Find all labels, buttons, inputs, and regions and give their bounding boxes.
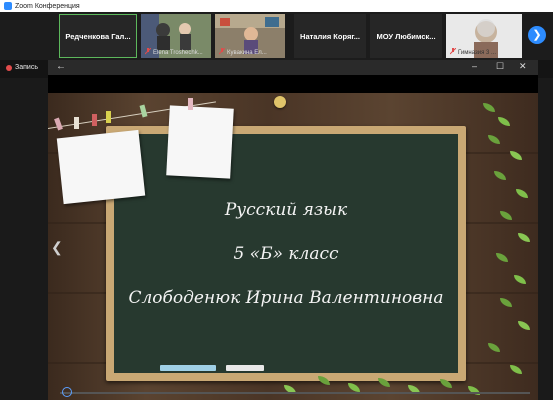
clothespin-icon xyxy=(92,114,97,126)
participant-name: Кувакина Ел... xyxy=(227,50,267,56)
note-paper xyxy=(56,129,146,205)
clothespin-icon xyxy=(74,117,79,129)
participant-strip: Редченкова Гал... Elena Troshechk... Кув… xyxy=(0,12,553,60)
presentation-slide: Русский язык 5 «Б» класс Слободенюк Ирин… xyxy=(48,93,538,400)
prev-slide-icon[interactable]: ❮ xyxy=(51,239,63,256)
back-arrow-icon[interactable]: ← xyxy=(56,61,66,72)
recording-label: Запись xyxy=(15,64,38,71)
slide-class: 5 «Б» класс xyxy=(233,244,339,264)
record-icon xyxy=(6,64,12,71)
clothespin-icon xyxy=(188,98,193,110)
participant-name: Гимназия 3 ... xyxy=(458,50,496,56)
shared-screen-window: ← – ☐ ✕ Русский язык 5 «Б» класс Слободе… xyxy=(48,60,538,400)
clothespin-icon xyxy=(106,111,111,123)
note-paper xyxy=(166,105,234,179)
window-title: Zoom Конференция xyxy=(15,2,80,10)
window-titlebar: Zoom Конференция xyxy=(0,0,553,12)
participant-tile[interactable]: Elena Troshechk... xyxy=(141,14,211,58)
participant-name: МОУ Любимск... xyxy=(376,31,436,41)
zoom-logo-icon xyxy=(4,2,12,10)
slide-subject: Русский язык xyxy=(224,200,348,220)
chalk-piece xyxy=(226,365,264,371)
participant-name: Elena Troshechk... xyxy=(153,50,203,56)
mic-muted-icon xyxy=(219,48,225,55)
participant-tile[interactable]: Кувакина Ел... xyxy=(215,14,285,58)
participant-tile[interactable]: Гимназия 3 ... xyxy=(446,14,522,58)
chevron-right-icon: ❯ xyxy=(532,29,542,41)
participant-tile[interactable]: Наталия Коряг... xyxy=(294,14,366,58)
mic-muted-icon xyxy=(450,48,456,55)
participant-name: Наталия Коряг... xyxy=(300,31,360,41)
shared-window-titlebar: ← – ☐ ✕ xyxy=(48,60,538,75)
slide-progress-knob[interactable] xyxy=(62,387,72,397)
close-button[interactable]: ✕ xyxy=(519,61,527,72)
chalkboard: Русский язык 5 «Б» класс Слободенюк Ирин… xyxy=(106,126,466,381)
slide-teacher: Слободенюк Ирина Валентиновна xyxy=(128,288,444,308)
participant-tile[interactable]: Редченкова Гал... xyxy=(59,14,137,58)
chalk-piece xyxy=(160,365,216,371)
maximize-button[interactable]: ☐ xyxy=(496,61,504,72)
minimize-button[interactable]: – xyxy=(472,61,477,71)
next-participants-button[interactable]: ❯ xyxy=(528,26,546,44)
pushpin-icon xyxy=(274,96,286,108)
slide-progress-bar[interactable] xyxy=(60,392,530,394)
participant-name: Редченкова Гал... xyxy=(65,31,131,41)
recording-indicator[interactable]: Запись xyxy=(6,64,38,71)
participant-tile[interactable]: МОУ Любимск... xyxy=(370,14,442,58)
mic-muted-icon xyxy=(145,48,151,55)
